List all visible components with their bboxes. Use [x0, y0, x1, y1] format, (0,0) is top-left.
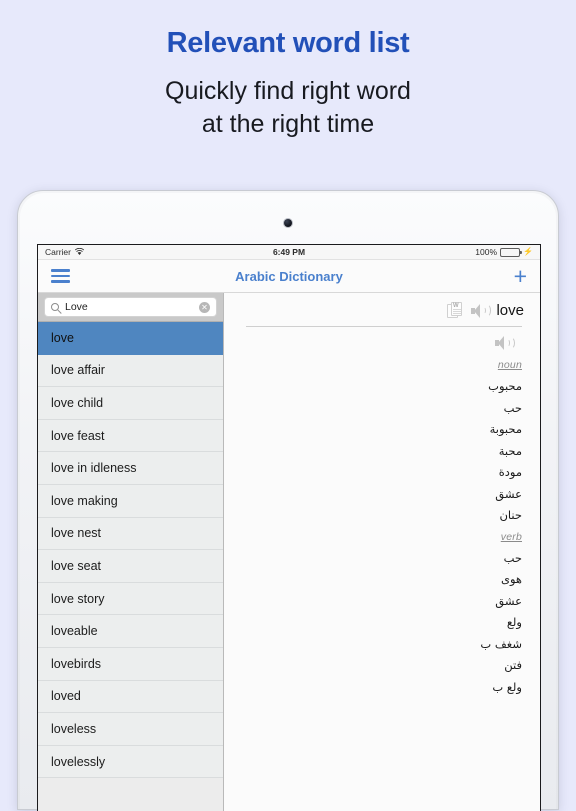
translation-item[interactable]: محبوبة: [242, 423, 526, 436]
list-item[interactable]: love story: [38, 582, 223, 616]
promo-subtitle-line-1: Quickly find right word: [165, 77, 411, 105]
main-content: Love ✕ love love affair love child love fea…: [38, 293, 540, 811]
list-item-label: love making: [51, 493, 118, 508]
list-item-label: love child: [51, 395, 104, 410]
list-item[interactable]: love: [38, 322, 223, 355]
part-of-speech-label: verb: [500, 530, 522, 543]
list-item-label: love in idleness: [51, 461, 137, 476]
list-item-label: lovebirds: [51, 656, 102, 671]
bolt-icon: ⚡: [523, 247, 533, 256]
list-item[interactable]: love child: [38, 387, 223, 420]
translation-item[interactable]: هوى: [242, 573, 526, 586]
list-item-label: love: [51, 330, 74, 345]
promo-subtitle: Quickly find right word at the right tim…: [165, 75, 411, 141]
list-item[interactable]: love seat: [38, 550, 223, 583]
translation-item[interactable]: عشق: [242, 595, 526, 608]
list-item-label: love seat: [51, 558, 102, 573]
word-list[interactable]: love love affair love child love feast love …: [38, 322, 223, 811]
translation-item[interactable]: عشق: [242, 488, 526, 501]
definition-pane: W love noun محبوب حب محبوبة محبة مودة عش…: [224, 293, 540, 811]
list-item-label: love feast: [51, 428, 105, 443]
promo-title: Relevant word list: [166, 27, 410, 59]
clear-icon[interactable]: ✕: [199, 301, 210, 313]
search-input[interactable]: Love ✕: [44, 297, 217, 317]
translation-item[interactable]: حنان: [242, 509, 526, 522]
list-item-label: lovelessly: [51, 754, 106, 769]
translation-item[interactable]: محبوب: [242, 380, 526, 393]
list-item[interactable]: loveless: [38, 713, 223, 746]
plus-icon[interactable]: +: [514, 264, 527, 288]
list-item[interactable]: lovebirds: [38, 647, 223, 681]
search-input-value: Love: [65, 301, 88, 313]
promo-subtitle-line-2: at the right time: [201, 110, 375, 138]
headword: love: [496, 302, 524, 319]
front-camera-icon: [284, 219, 292, 227]
list-item[interactable]: love in idleness: [38, 452, 223, 485]
translation-item[interactable]: ولع: [242, 616, 526, 629]
battery-full-icon: [500, 247, 523, 257]
tablet-device-frame: Carrier 6:49 PM 100% ⚡ Arabic Dictionary…: [17, 190, 559, 811]
translation-item[interactable]: حب: [242, 402, 526, 415]
status-bar-time: 6:49 PM: [272, 247, 306, 257]
navigation-bar: Arabic Dictionary +: [38, 260, 540, 293]
promo-header: Relevant word list Quickly find right wo…: [0, 0, 576, 186]
speaker-icon[interactable]: [495, 336, 515, 350]
search-icon: [51, 303, 59, 311]
list-item[interactable]: love feast: [38, 419, 223, 453]
translation-sections: noun محبوب حب محبوبة محبة مودة عشق حنان verb حب هو…: [242, 359, 526, 693]
list-item-label: loved: [51, 689, 81, 704]
definition-header: W love: [242, 293, 526, 319]
battery-percent-label: 100%: [475, 247, 498, 257]
list-item[interactable]: loveable: [38, 615, 223, 648]
list-item[interactable]: love making: [38, 484, 223, 518]
list-item-label: love affair: [51, 363, 105, 378]
list-item-label: love story: [51, 591, 105, 606]
list-item[interactable]: love affair: [38, 354, 223, 388]
list-item[interactable]: love nest: [38, 517, 223, 551]
translation-item[interactable]: فتن: [242, 659, 526, 672]
translation-item[interactable]: مودة: [242, 466, 526, 479]
translation-item[interactable]: محبة: [242, 445, 526, 458]
status-bar-right: 100% ⚡: [475, 247, 533, 257]
translation-item[interactable]: شغف ب: [242, 638, 526, 651]
page-title: Arabic Dictionary: [235, 268, 343, 284]
word-list-sidebar: Love ✕ love love affair love child love fea…: [38, 293, 224, 811]
list-item[interactable]: lovelessly: [38, 745, 223, 779]
status-bar: Carrier 6:49 PM 100% ⚡: [38, 245, 540, 260]
translation-item[interactable]: حب: [242, 552, 526, 565]
word-document-icon[interactable]: W: [447, 302, 463, 319]
list-item-label: loveable: [51, 624, 98, 639]
translation-item[interactable]: ولع ب: [242, 681, 526, 694]
device-screen: Carrier 6:49 PM 100% ⚡ Arabic Dictionary…: [37, 244, 541, 811]
search-bar-container: Love ✕: [38, 293, 223, 322]
part-of-speech-label: noun: [497, 359, 522, 371]
secondary-speaker-row: [242, 327, 526, 350]
speaker-icon[interactable]: [471, 303, 491, 318]
list-item[interactable]: loved: [38, 680, 223, 714]
list-item-label: loveless: [51, 721, 97, 736]
list-item-label: love nest: [51, 526, 102, 541]
